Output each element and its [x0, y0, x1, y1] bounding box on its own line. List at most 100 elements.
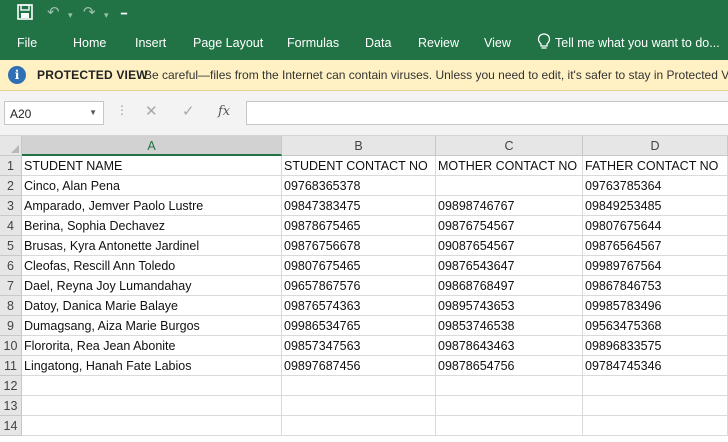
cell-a13[interactable]: [22, 396, 282, 416]
cell-d1[interactable]: FATHER CONTACT NO: [583, 156, 728, 176]
cell-d4[interactable]: 09807675644: [583, 216, 728, 236]
tab-home[interactable]: Home: [73, 35, 106, 51]
cell-d3[interactable]: 09849253485: [583, 196, 728, 216]
cell-a4[interactable]: Berina, Sophia Dechavez: [22, 216, 282, 236]
column-header-d[interactable]: D: [583, 136, 728, 156]
cell-d7[interactable]: 09867846753: [583, 276, 728, 296]
cell-d8[interactable]: 09985783496: [583, 296, 728, 316]
cell-c9[interactable]: 09853746538: [436, 316, 583, 336]
cell-b11[interactable]: 09897687456: [282, 356, 436, 376]
cell-a9[interactable]: Dumagsang, Aiza Marie Burgos: [22, 316, 282, 336]
cell-a10[interactable]: Flororita, Rea Jean Abonite: [22, 336, 282, 356]
row-header[interactable]: 4: [0, 216, 22, 236]
column-header-a[interactable]: A: [22, 136, 282, 156]
cell-a2[interactable]: Cinco, Alan Pena: [22, 176, 282, 196]
worksheet-grid[interactable]: A B C D 1 STUDENT NAME STUDENT CONTACT NO M…: [0, 136, 728, 442]
redo-dropdown-icon[interactable]: ▾: [104, 5, 109, 25]
cell-d6[interactable]: 09989767564: [583, 256, 728, 276]
cell-c10[interactable]: 09878643463: [436, 336, 583, 356]
tab-formulas[interactable]: Formulas: [287, 35, 339, 51]
cell-b4[interactable]: 09878675465: [282, 216, 436, 236]
row-header[interactable]: 5: [0, 236, 22, 256]
row-header[interactable]: 8: [0, 296, 22, 316]
cell-c13[interactable]: [436, 396, 583, 416]
select-all-corner[interactable]: [0, 136, 22, 156]
cell-c5[interactable]: 09087654567: [436, 236, 583, 256]
tell-me-search[interactable]: Tell me what you want to do...: [555, 35, 720, 51]
cell-b8[interactable]: 09876574363: [282, 296, 436, 316]
row-header[interactable]: 13: [0, 396, 22, 416]
cell-b3[interactable]: 09847383475: [282, 196, 436, 216]
tab-data[interactable]: Data: [365, 35, 391, 51]
row-header[interactable]: 11: [0, 356, 22, 376]
undo-dropdown-icon[interactable]: ▾: [68, 5, 73, 25]
cell-a14[interactable]: [22, 416, 282, 436]
column-header-c[interactable]: C: [436, 136, 583, 156]
formula-bar-grip-icon[interactable]: ⋮: [116, 103, 128, 117]
cell-c12[interactable]: [436, 376, 583, 396]
cell-b14[interactable]: [282, 416, 436, 436]
row-header[interactable]: 3: [0, 196, 22, 216]
column-header-b[interactable]: B: [282, 136, 436, 156]
name-box-dropdown-icon[interactable]: ▼: [89, 108, 97, 117]
row-header[interactable]: 1: [0, 156, 22, 176]
row-header[interactable]: 10: [0, 336, 22, 356]
info-shield-icon: i: [8, 66, 26, 84]
cell-c4[interactable]: 09876754567: [436, 216, 583, 236]
cell-b5[interactable]: 09876756678: [282, 236, 436, 256]
name-box[interactable]: A20 ▼: [4, 101, 104, 125]
tab-review[interactable]: Review: [418, 35, 459, 51]
table-row: Cinco, Alan Pena 09768365378 09763785364: [22, 176, 728, 196]
cell-a7[interactable]: Dael, Reyna Joy Lumandahay: [22, 276, 282, 296]
cell-b6[interactable]: 09807675465: [282, 256, 436, 276]
cell-c7[interactable]: 09868768497: [436, 276, 583, 296]
cell-b13[interactable]: [282, 396, 436, 416]
cell-d5[interactable]: 09876564567: [583, 236, 728, 256]
row-header[interactable]: 9: [0, 316, 22, 336]
save-icon[interactable]: [17, 4, 33, 20]
row-header[interactable]: 2: [0, 176, 22, 196]
row-header[interactable]: 7: [0, 276, 22, 296]
cell-b9[interactable]: 09986534765: [282, 316, 436, 336]
cell-d14[interactable]: [583, 416, 728, 436]
cell-a8[interactable]: Datoy, Danica Marie Balaye: [22, 296, 282, 316]
cell-b12[interactable]: [282, 376, 436, 396]
cell-c1[interactable]: MOTHER CONTACT NO: [436, 156, 583, 176]
undo-icon[interactable]: ↶: [47, 3, 60, 23]
cell-a12[interactable]: [22, 376, 282, 396]
cell-a6[interactable]: Cleofas, Rescill Ann Toledo: [22, 256, 282, 276]
cell-b1[interactable]: STUDENT CONTACT NO: [282, 156, 436, 176]
cell-d9[interactable]: 09563475368: [583, 316, 728, 336]
cell-b2[interactable]: 09768365378: [282, 176, 436, 196]
cell-a3[interactable]: Amparado, Jemver Paolo Lustre: [22, 196, 282, 216]
redo-icon[interactable]: ↷: [83, 3, 96, 23]
cell-d11[interactable]: 09784745346: [583, 356, 728, 376]
row-header[interactable]: 14: [0, 416, 22, 436]
cell-d12[interactable]: [583, 376, 728, 396]
cell-c6[interactable]: 09876543647: [436, 256, 583, 276]
cell-c3[interactable]: 09898746767: [436, 196, 583, 216]
cell-c11[interactable]: 09878654756: [436, 356, 583, 376]
cancel-entry-icon[interactable]: ✕: [145, 103, 158, 121]
cell-c2[interactable]: [436, 176, 583, 196]
tab-view[interactable]: View: [484, 35, 511, 51]
row-header[interactable]: 6: [0, 256, 22, 276]
cell-a1[interactable]: STUDENT NAME: [22, 156, 282, 176]
enter-entry-icon[interactable]: ✓: [182, 103, 195, 121]
cell-d2[interactable]: 09763785364: [583, 176, 728, 196]
cell-c8[interactable]: 09895743653: [436, 296, 583, 316]
cell-b10[interactable]: 09857347563: [282, 336, 436, 356]
cell-b7[interactable]: 09657867576: [282, 276, 436, 296]
cell-a5[interactable]: Brusas, Kyra Antonette Jardinel: [22, 236, 282, 256]
customize-toolbar-icon[interactable]: ━: [121, 5, 127, 25]
cell-a11[interactable]: Lingatong, Hanah Fate Labios: [22, 356, 282, 376]
formula-input[interactable]: [246, 101, 728, 125]
cell-d10[interactable]: 09896833575: [583, 336, 728, 356]
cell-d13[interactable]: [583, 396, 728, 416]
insert-function-icon[interactable]: fx: [218, 103, 230, 121]
tab-insert[interactable]: Insert: [135, 35, 166, 51]
cell-c14[interactable]: [436, 416, 583, 436]
tab-page-layout[interactable]: Page Layout: [193, 35, 263, 51]
tab-file[interactable]: File: [17, 35, 37, 51]
row-header[interactable]: 12: [0, 376, 22, 396]
